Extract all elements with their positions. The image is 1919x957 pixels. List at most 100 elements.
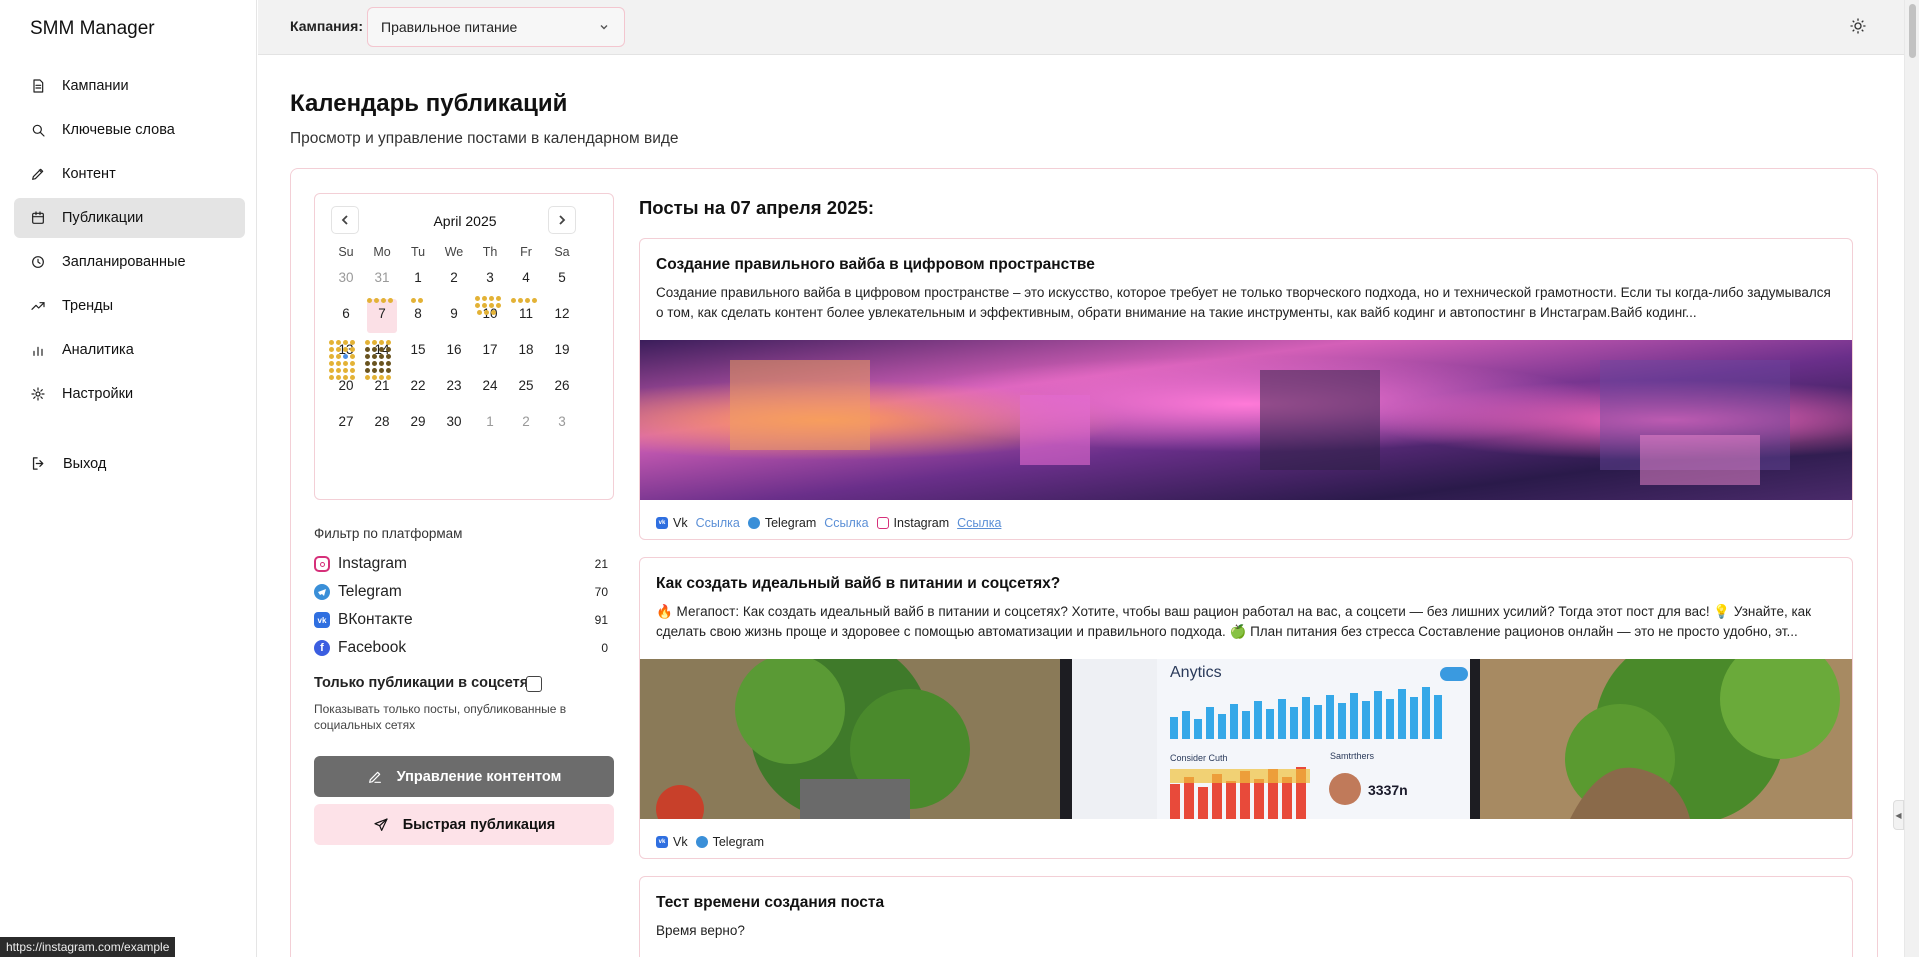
calendar-day[interactable]: 26 <box>547 371 577 405</box>
calendar-day[interactable]: 6 <box>331 299 361 333</box>
post-indicator-dot <box>386 368 391 373</box>
campaign-select-value: Правильное питание <box>381 19 518 35</box>
post-indicator-dot <box>372 340 377 345</box>
calendar-day[interactable]: 28 <box>367 407 397 441</box>
status-bar-url: https://instagram.com/example <box>0 937 176 957</box>
sidebar-item-trends[interactable]: Тренды <box>14 286 245 326</box>
post-indicator-dot <box>496 303 501 308</box>
side-panel-toggle[interactable]: ◀ <box>1893 800 1904 830</box>
post-indicator-dot <box>329 368 334 373</box>
image-chart-title: Anytics <box>1170 664 1222 681</box>
manage-content-button[interactable]: Управление контентом <box>314 756 614 797</box>
logout-button[interactable]: Выход <box>30 455 106 472</box>
post-networks: vk Vk Telegram <box>656 835 764 849</box>
post-networks: vk Vk Ссылка Telegram Ссылка Instagram Сс… <box>656 516 1009 530</box>
calendar-day[interactable]: 3 <box>547 407 577 441</box>
calendar-day[interactable]: 23 <box>439 371 469 405</box>
post-indicator-dot <box>329 340 334 345</box>
post-link[interactable]: Ссылка <box>696 516 740 530</box>
network-vk: vk Vk <box>656 835 688 849</box>
post-indicator-dot <box>336 361 341 366</box>
calendar-day[interactable]: 29 <box>403 407 433 441</box>
sun-icon[interactable] <box>1849 17 1867 35</box>
post-card[interactable]: Как создать идеальный вайб в питании и с… <box>639 557 1853 859</box>
scrollbar-thumb[interactable] <box>1909 4 1916 58</box>
calendar-day[interactable]: 5 <box>547 263 577 297</box>
calendar-day[interactable]: 24 <box>475 371 505 405</box>
post-card[interactable]: Тест времени создания поста Время верно? <box>639 876 1853 957</box>
calendar-day[interactable]: 3 <box>475 263 505 297</box>
calendar-day[interactable]: 30 <box>331 263 361 297</box>
platform-name: Instagram <box>338 555 407 572</box>
sidebar-item-keywords[interactable]: Ключевые слова <box>14 110 245 150</box>
instagram-icon <box>314 556 330 572</box>
campaign-select[interactable]: Правильное питание <box>367 7 625 47</box>
calendar-day[interactable]: 4 <box>511 263 541 297</box>
calendar-day[interactable]: 12 <box>547 299 577 333</box>
post-indicator-dot <box>372 361 377 366</box>
calendar-day[interactable]: 2 <box>511 407 541 441</box>
calendar-day[interactable]: 19 <box>547 335 577 369</box>
platform-count: 0 <box>601 641 608 655</box>
posts-heading: Посты на 07 апреля 2025: <box>639 197 875 218</box>
calendar-day[interactable]: 18 <box>511 335 541 369</box>
post-indicator-dot <box>365 347 370 352</box>
quick-publish-button[interactable]: Быстрая публикация <box>314 804 614 845</box>
weekday-label: Th <box>482 245 498 259</box>
post-indicator-dot <box>336 347 341 352</box>
network-name: Telegram <box>712 835 765 849</box>
sidebar-item-content[interactable]: Контент <box>14 154 245 194</box>
calendar-day[interactable]: 25 <box>511 371 541 405</box>
post-indicator-dot <box>496 296 501 301</box>
post-indicator-dot <box>329 347 334 352</box>
post-indicator-dot <box>386 347 391 352</box>
post-title: Тест времени создания поста <box>656 894 885 911</box>
calendar-day[interactable]: 9 <box>439 299 469 333</box>
sidebar-item-campaigns[interactable]: Кампании <box>14 66 245 106</box>
vk-icon: vk <box>656 517 668 529</box>
next-month-button[interactable] <box>548 206 576 234</box>
calendar-icon <box>30 210 46 226</box>
calendar-day[interactable]: 30 <box>439 407 469 441</box>
sidebar-item-settings[interactable]: Настройки <box>14 374 245 414</box>
scrollbar[interactable] <box>1904 0 1919 957</box>
calendar-day[interactable]: 22 <box>403 371 433 405</box>
pen-icon <box>368 771 381 783</box>
calendar-day[interactable]: 1 <box>403 263 433 297</box>
calendar-day[interactable]: 2 <box>439 263 469 297</box>
post-indicator-dot <box>386 354 391 359</box>
weekday-label: Tu <box>410 245 426 259</box>
calendar-day[interactable]: 15 <box>403 335 433 369</box>
sidebar-item-analytics[interactable]: Аналитика <box>14 330 245 370</box>
calendar-day[interactable]: 8 <box>403 299 433 333</box>
calendar-day[interactable]: 16 <box>439 335 469 369</box>
platform-filter-facebook[interactable]: f Facebook 0 <box>314 637 608 659</box>
page-subtitle: Просмотр и управление постами в календар… <box>290 130 679 147</box>
calendar-day[interactable]: 1 <box>475 407 505 441</box>
post-indicator-dot <box>388 298 393 303</box>
facebook-icon: f <box>314 640 330 656</box>
post-indicator-dot <box>418 298 423 303</box>
post-indicator-dots <box>477 310 496 315</box>
post-card[interactable]: Создание правильного вайба в цифровом пр… <box>639 238 1853 540</box>
calendar-day[interactable]: 17 <box>475 335 505 369</box>
post-link[interactable]: Ссылка <box>824 516 868 530</box>
post-indicator-dot <box>343 340 348 345</box>
sidebar-item-publications[interactable]: Публикации <box>14 198 245 238</box>
sidebar-item-scheduled[interactable]: Запланированные <box>14 242 245 282</box>
post-link[interactable]: Ссылка <box>957 516 1001 530</box>
platform-filter-telegram[interactable]: Telegram 70 <box>314 581 608 603</box>
post-indicator-dot <box>386 361 391 366</box>
network-instagram: Instagram <box>876 516 949 530</box>
calendar-day[interactable]: 11 <box>511 299 541 333</box>
only-published-checkbox[interactable] <box>526 676 542 692</box>
calendar-day[interactable]: 7 <box>367 299 397 333</box>
calendar-day[interactable]: 31 <box>367 263 397 297</box>
telegram-icon <box>747 517 760 529</box>
platform-filter-instagram[interactable]: Instagram 21 <box>314 553 608 575</box>
post-indicator-dots <box>329 340 355 380</box>
post-indicator-dot <box>343 347 348 352</box>
platform-filter-vk[interactable]: vk ВКонтакте 91 <box>314 609 608 631</box>
calendar-day[interactable]: 27 <box>331 407 361 441</box>
gear-icon <box>30 386 46 402</box>
